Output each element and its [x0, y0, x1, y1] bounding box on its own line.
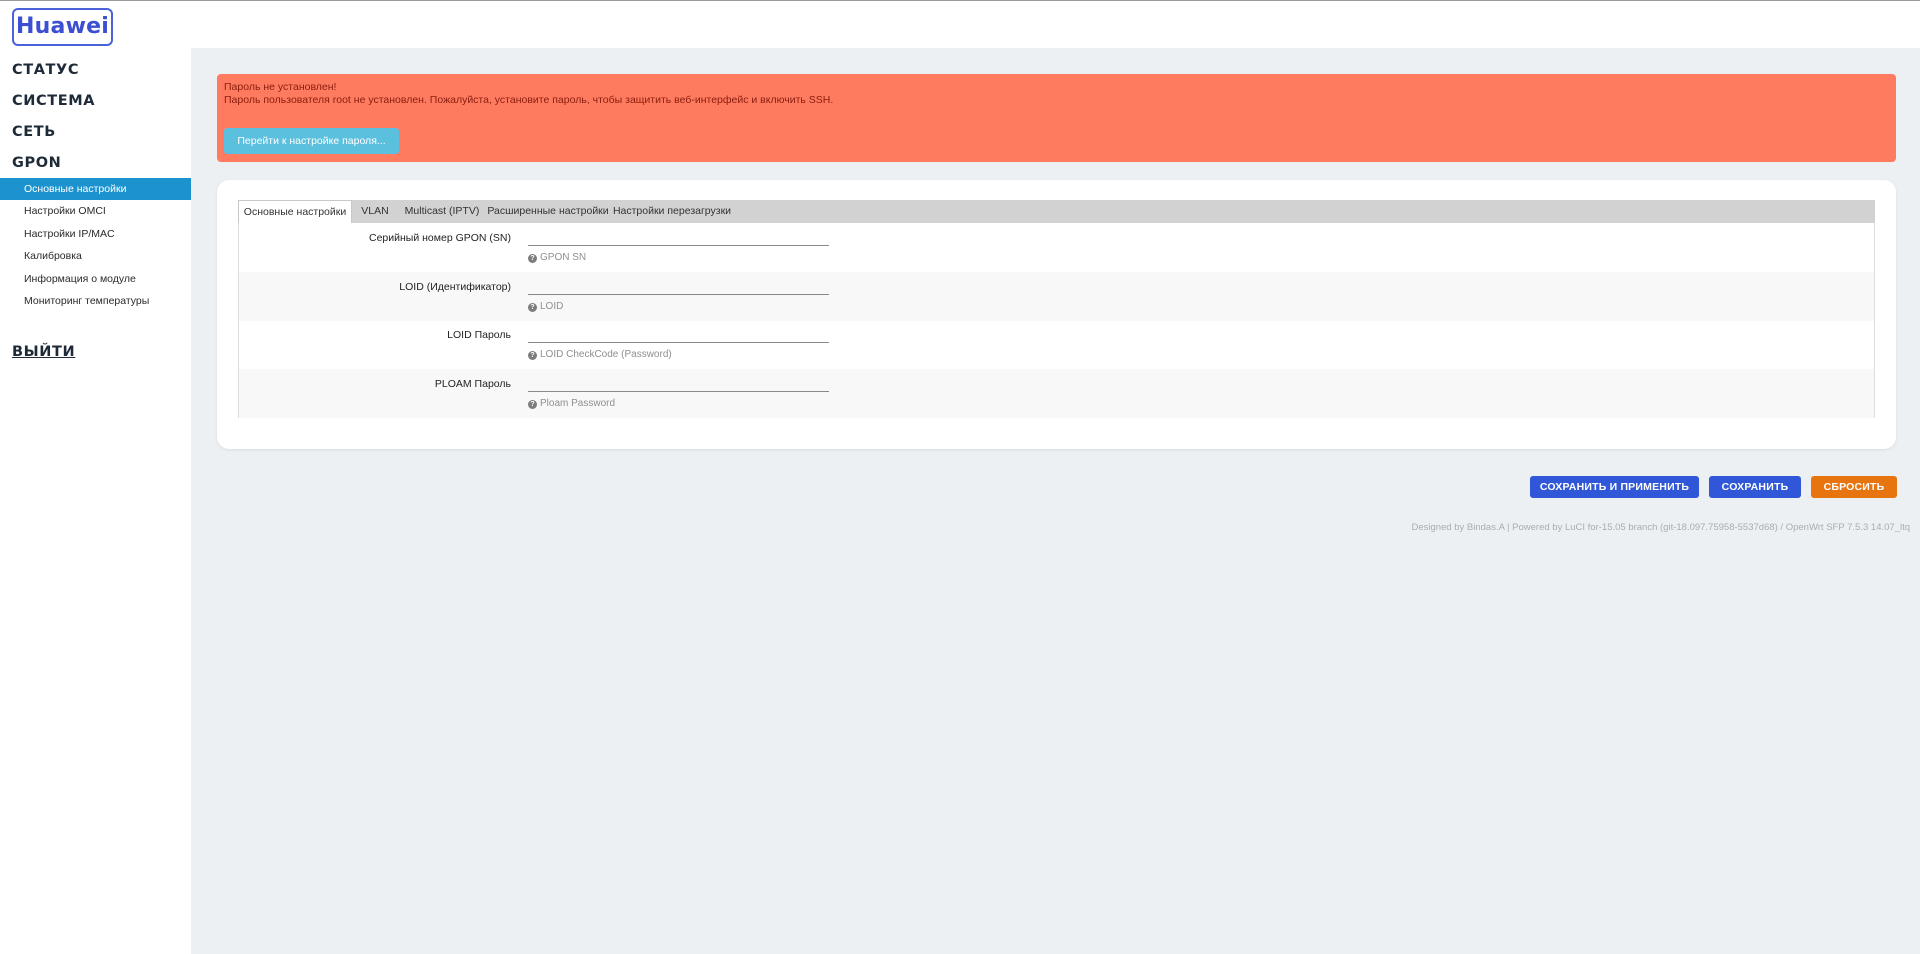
- form-row-loid: LOID (Идентификатор) ? LOID: [239, 272, 1874, 321]
- nav-gpon[interactable]: GPON: [12, 155, 61, 171]
- loid-password-hint: ? LOID CheckCode (Password): [528, 349, 672, 360]
- question-circle-icon: ?: [528, 254, 537, 263]
- loid-hint: ? LOID: [528, 301, 563, 312]
- nav-system[interactable]: СИСТЕМА: [12, 93, 95, 109]
- sidebar-item-temperature-monitoring[interactable]: Мониторинг температуры: [0, 290, 191, 312]
- tab-advanced-settings[interactable]: Расширенные настройки: [486, 200, 610, 223]
- go-to-password-button[interactable]: Перейти к настройке пароля...: [224, 128, 399, 154]
- tab-basic-settings[interactable]: Основные настройки: [238, 200, 352, 223]
- loid-password-input[interactable]: [528, 326, 829, 343]
- tab-bar: Основные настройки VLAN Multicast (IPTV)…: [238, 200, 1875, 223]
- sidebar-item-calibration[interactable]: Калибровка: [0, 245, 191, 267]
- loid-hint-text: LOID: [540, 301, 564, 312]
- question-circle-icon: ?: [528, 351, 537, 360]
- form-row-ploam-password: PLOAM Пароль ? Ploam Password: [239, 369, 1874, 418]
- loid-input[interactable]: [528, 278, 829, 295]
- tab-reboot-settings[interactable]: Настройки перезагрузки: [610, 200, 734, 223]
- gpon-sn-hint-text: GPON SN: [540, 252, 587, 263]
- tab-vlan[interactable]: VLAN: [352, 200, 398, 223]
- form-row-loid-password: LOID Пароль ? LOID CheckCode (Password): [239, 320, 1874, 369]
- password-alert: Пароль не установлен! Пароль пользовател…: [217, 74, 1896, 162]
- reset-button[interactable]: СБРОСИТЬ: [1811, 476, 1897, 498]
- question-circle-icon: ?: [528, 303, 537, 312]
- ploam-password-hint-text: Ploam Password: [540, 398, 616, 409]
- sidebar-item-basic-settings[interactable]: Основные настройки: [0, 178, 191, 200]
- top-header: Huawei: [0, 0, 1920, 48]
- ploam-password-label: PLOAM Пароль: [434, 378, 511, 390]
- settings-card: Основные настройки VLAN Multicast (IPTV)…: [217, 180, 1896, 449]
- brand-logo[interactable]: Huawei: [12, 8, 113, 46]
- ploam-password-hint: ? Ploam Password: [528, 398, 615, 409]
- question-circle-icon: ?: [528, 400, 537, 409]
- save-button[interactable]: СОХРАНИТЬ: [1709, 476, 1801, 498]
- tab-multicast-iptv[interactable]: Multicast (IPTV): [398, 200, 486, 223]
- loid-password-hint-text: LOID CheckCode (Password): [540, 349, 672, 360]
- loid-label: LOID (Идентификатор): [399, 281, 511, 293]
- sidebar-item-omci-settings[interactable]: Настройки OMCI: [0, 200, 191, 222]
- nav-network[interactable]: СЕТЬ: [12, 124, 56, 140]
- sidebar: СТАТУС СИСТЕМА СЕТЬ GPON Основные настро…: [0, 48, 191, 954]
- alert-title: Пароль не установлен!: [224, 81, 337, 93]
- gpon-sn-label: Серийный номер GPON (SN): [369, 232, 511, 244]
- sidebar-item-ip-mac-settings[interactable]: Настройки IP/MAC: [0, 223, 191, 245]
- logout-link[interactable]: ВЫЙТИ: [12, 344, 75, 360]
- alert-message: Пароль пользователя root не установлен. …: [224, 94, 834, 106]
- gpon-sn-input[interactable]: [528, 229, 829, 246]
- sidebar-item-module-info[interactable]: Информация о модуле: [0, 268, 191, 290]
- ploam-password-input[interactable]: [528, 375, 829, 392]
- loid-password-label: LOID Пароль: [447, 329, 511, 341]
- save-and-apply-button[interactable]: СОХРАНИТЬ И ПРИМЕНИТЬ: [1530, 476, 1699, 498]
- gpon-sn-hint: ? GPON SN: [528, 252, 586, 263]
- nav-status[interactable]: СТАТУС: [12, 62, 79, 78]
- footer-credits: Designed by Bindas.A | Powered by LuCI f…: [1411, 522, 1910, 533]
- form-row-gpon-sn: Серийный номер GPON (SN) ? GPON SN: [239, 223, 1874, 272]
- form-body: Серийный номер GPON (SN) ? GPON SN LOID (…: [238, 223, 1875, 418]
